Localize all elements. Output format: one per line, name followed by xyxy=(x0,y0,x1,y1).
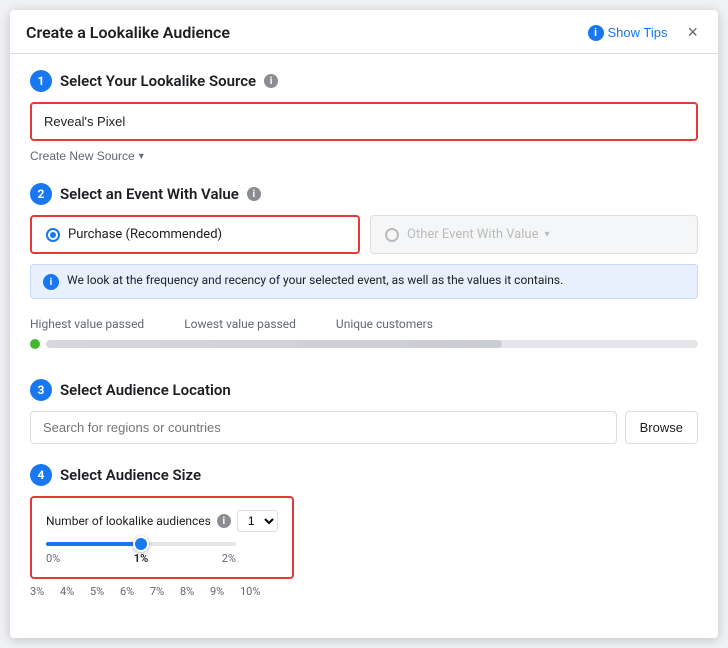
info-banner-icon: i xyxy=(43,274,59,290)
pct-label-7: 7% xyxy=(150,585,180,598)
show-tips-label: Show Tips xyxy=(608,25,668,40)
audience-count-dropdown[interactable]: 1 2 3 xyxy=(237,510,278,532)
section-audience-size: 4 Select Audience Size Number of lookali… xyxy=(30,464,698,598)
browse-button[interactable]: Browse xyxy=(625,411,698,444)
step4-circle: 4 xyxy=(30,464,52,486)
location-search-input[interactable] xyxy=(30,411,617,444)
section2-info-icon[interactable]: i xyxy=(247,187,261,201)
metrics-labels: Highest value passed Lowest value passed… xyxy=(30,317,698,331)
slider-labels-row: 0% 1% 2% xyxy=(46,552,236,565)
pct-label-3: 3% xyxy=(30,585,60,598)
section-event-value: 2 Select an Event With Value i Purchase … xyxy=(30,183,698,359)
section2-header: 2 Select an Event With Value i xyxy=(30,183,698,205)
green-dot xyxy=(30,339,40,349)
purchase-label: Purchase (Recommended) xyxy=(68,227,222,242)
metrics-bar xyxy=(46,340,698,348)
section-audience-location: 3 Select Audience Location Browse xyxy=(30,379,698,444)
section4-header: 4 Select Audience Size xyxy=(30,464,698,486)
chevron-down-icon: ▾ xyxy=(139,151,144,162)
slider-track xyxy=(46,542,236,546)
tips-icon: i xyxy=(588,25,604,41)
info-banner-text: We look at the frequency and recency of … xyxy=(67,273,563,287)
section-lookalike-source: 1 Select Your Lookalike Source i Create … xyxy=(30,70,698,163)
section3-title: Select Audience Location xyxy=(60,381,231,399)
section1-info-icon[interactable]: i xyxy=(264,74,278,88)
close-button[interactable]: × xyxy=(683,22,702,43)
modal-header: Create a Lookalike Audience i Show Tips … xyxy=(10,10,718,54)
purchase-event-option[interactable]: Purchase (Recommended) xyxy=(30,215,360,254)
section3-header: 3 Select Audience Location xyxy=(30,379,698,401)
pct-1: 1% xyxy=(134,552,148,565)
section2-title: Select an Event With Value xyxy=(60,185,239,203)
pct-label-6: 6% xyxy=(120,585,150,598)
metric-label-2: Lowest value passed xyxy=(184,317,296,331)
full-pct-row: 3% 4% 5% 6% 7% 8% 9% 10% xyxy=(30,579,698,598)
radio-dot-inner xyxy=(50,232,56,238)
size-info-icon[interactable]: i xyxy=(217,514,231,528)
show-tips-button[interactable]: i Show Tips xyxy=(588,25,668,41)
pct-label-4: 4% xyxy=(60,585,90,598)
source-input[interactable] xyxy=(32,104,696,139)
audience-size-row: Number of lookalike audiences i 1 2 3 xyxy=(46,510,278,532)
pct-label-10: 10% xyxy=(240,585,270,598)
other-event-label: Other Event With Value xyxy=(407,227,538,242)
audience-slider-container xyxy=(46,542,236,546)
audience-size-box: Number of lookalike audiences i 1 2 3 xyxy=(30,496,294,579)
section1-header: 1 Select Your Lookalike Source i xyxy=(30,70,698,92)
pct-label-9: 9% xyxy=(210,585,240,598)
other-event-arrow: ▾ xyxy=(544,229,549,240)
metrics-bar-row xyxy=(30,339,698,349)
other-event-option[interactable]: Other Event With Value ▾ xyxy=(370,215,698,254)
create-new-source-label: Create New Source xyxy=(30,149,135,163)
other-event-dropdown[interactable]: Other Event With Value ▾ xyxy=(407,227,550,242)
other-radio xyxy=(385,228,399,242)
purchase-radio xyxy=(46,228,60,242)
step1-circle: 1 xyxy=(30,70,52,92)
search-location-row: Browse xyxy=(30,411,698,444)
section1-title: Select Your Lookalike Source xyxy=(60,72,256,90)
metric-label-3: Unique customers xyxy=(336,317,433,331)
slider-thumb[interactable] xyxy=(133,536,149,552)
event-metrics: Highest value passed Lowest value passed… xyxy=(30,309,698,359)
info-banner: i We look at the frequency and recency o… xyxy=(30,264,698,299)
create-new-source-button[interactable]: Create New Source ▾ xyxy=(30,149,144,163)
modal-container: Create a Lookalike Audience i Show Tips … xyxy=(10,10,718,638)
step2-circle: 2 xyxy=(30,183,52,205)
modal-body: 1 Select Your Lookalike Source i Create … xyxy=(10,54,718,638)
event-selection-row: Purchase (Recommended) Other Event With … xyxy=(30,215,698,254)
section4-title: Select Audience Size xyxy=(60,466,201,484)
step3-circle: 3 xyxy=(30,379,52,401)
pct-label-5: 5% xyxy=(90,585,120,598)
pct-0: 0% xyxy=(46,552,60,565)
source-input-wrapper xyxy=(30,102,698,141)
modal-title: Create a Lookalike Audience xyxy=(26,23,230,42)
pct-label-8: 8% xyxy=(180,585,210,598)
pct-2: 2% xyxy=(222,552,236,565)
metric-label-1: Highest value passed xyxy=(30,317,144,331)
lookalike-count-label: Number of lookalike audiences xyxy=(46,514,211,528)
